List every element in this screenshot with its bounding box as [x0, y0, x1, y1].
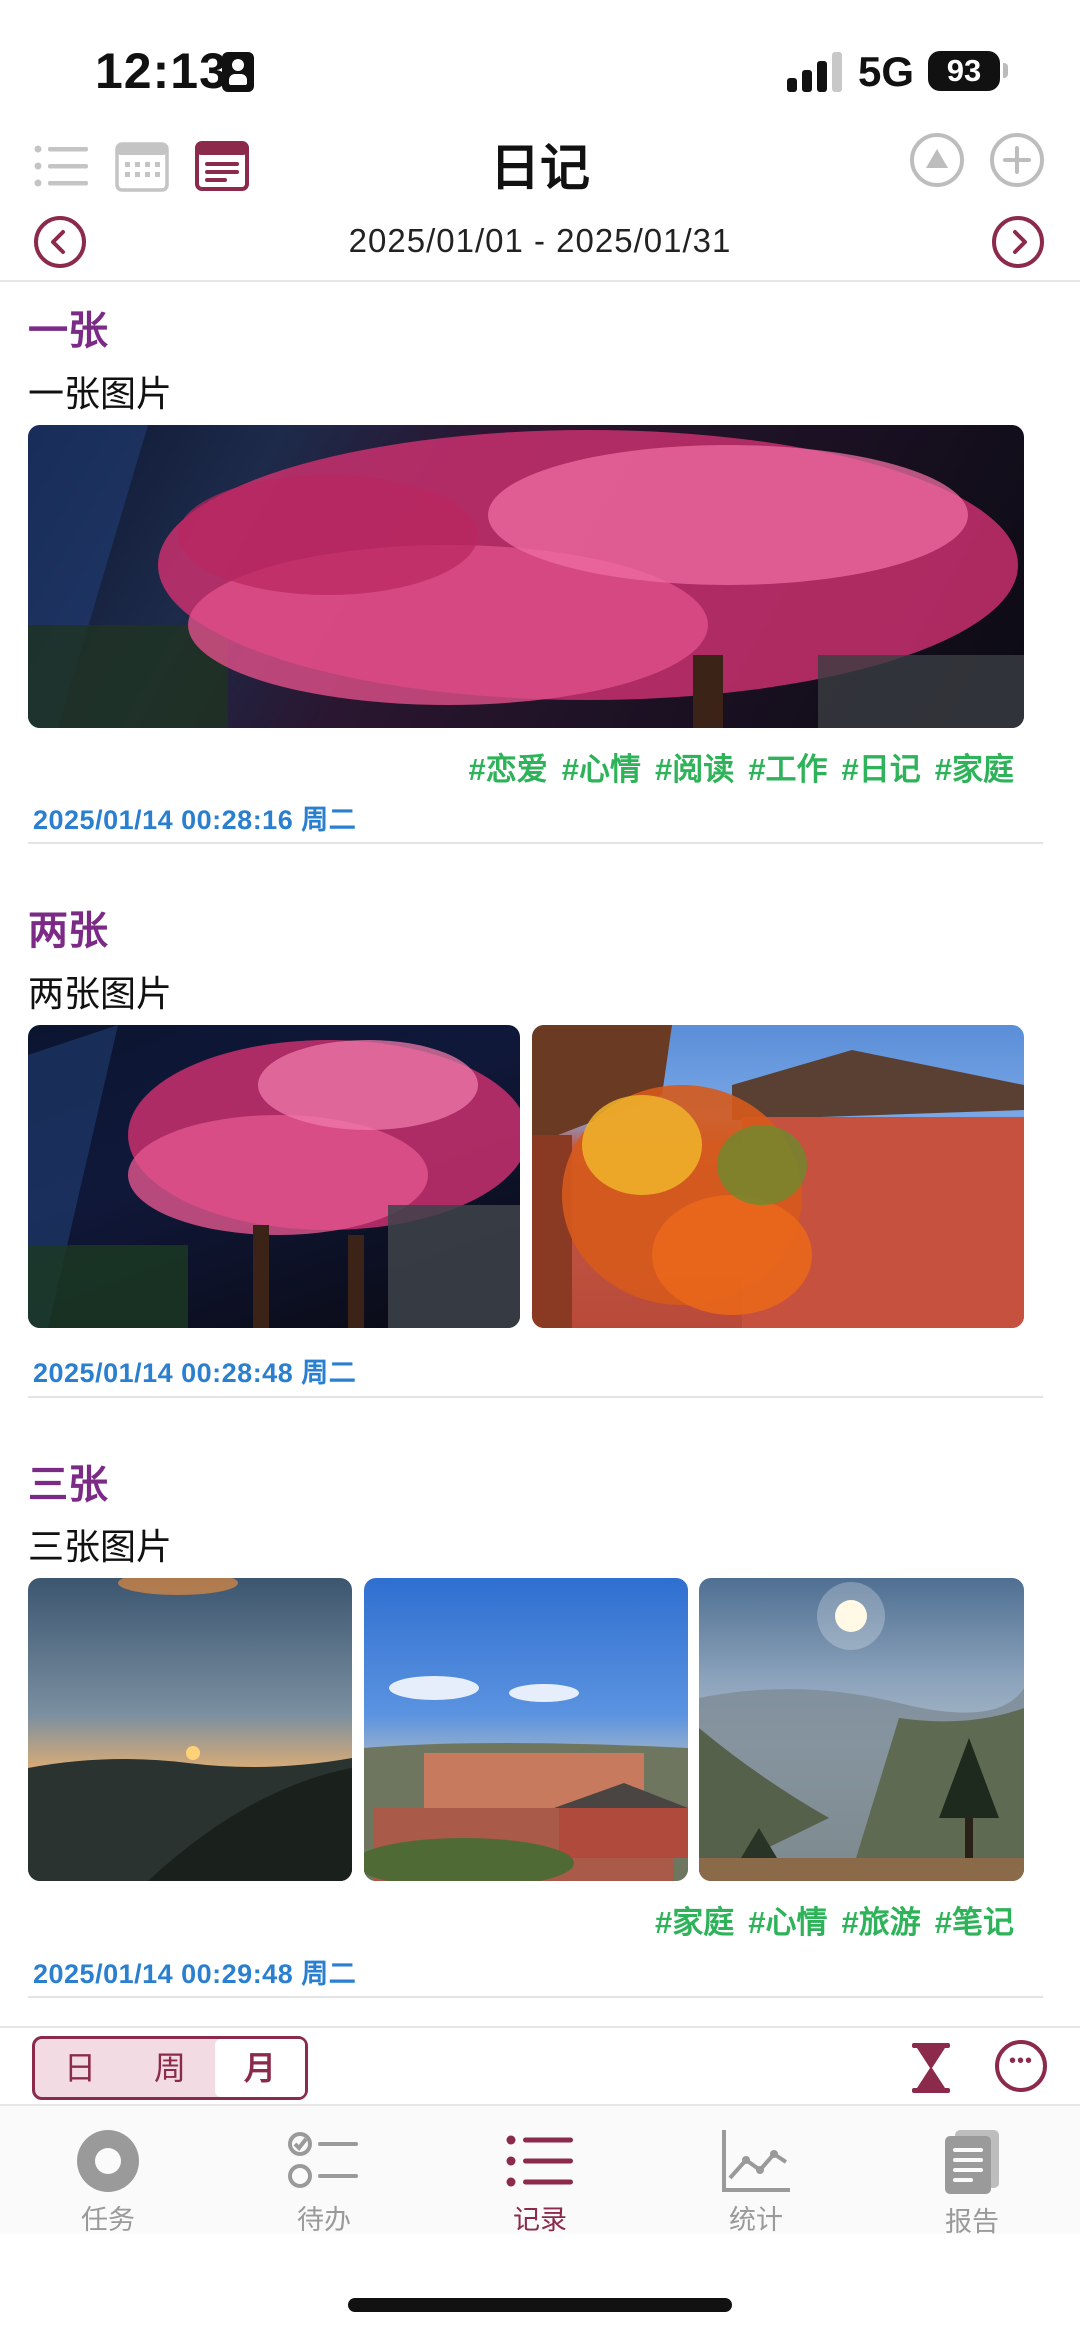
- divider: [28, 1396, 1043, 1398]
- date-range: 2025/01/01 - 2025/01/31: [348, 222, 732, 259]
- entry-photo[interactable]: [28, 1025, 520, 1328]
- tab-statistics[interactable]: 统计: [648, 2112, 864, 2236]
- tag[interactable]: #工作: [748, 752, 827, 787]
- date-range-bar: 2025/01/01 - 2025/01/31: [0, 210, 1080, 282]
- tag[interactable]: #旅游: [842, 1905, 921, 1940]
- bottom-toolbar: 日 周 月: [0, 2026, 1080, 2104]
- line-chart-icon: [722, 2130, 790, 2192]
- status-bar: 12:13 5G 93: [0, 0, 1080, 120]
- status-time: 12:13: [95, 43, 228, 99]
- period-month[interactable]: 月: [215, 2039, 305, 2097]
- cellular-signal-icon: [787, 52, 843, 92]
- entry-photo[interactable]: [28, 1578, 352, 1881]
- battery-icon: 93: [928, 51, 1000, 91]
- tab-label: 待办: [297, 2205, 351, 2235]
- entry-tags: #家庭 #心情 #旅游 #笔记: [641, 1897, 1014, 1942]
- entry-title[interactable]: 两张: [28, 898, 108, 956]
- tag[interactable]: #日记: [842, 752, 921, 787]
- tab-bar: 任务 待办 记录 统计 报告: [0, 2104, 1080, 2237]
- tag[interactable]: #家庭: [935, 752, 1014, 787]
- entry-text[interactable]: 两张图片: [28, 965, 172, 1017]
- plus-icon: [1003, 146, 1031, 174]
- tab-records[interactable]: 记录: [432, 2112, 648, 2236]
- tag[interactable]: #心情: [748, 1905, 827, 1940]
- entry-tags: #恋爱 #心情 #阅读 #工作 #日记 #家庭: [455, 744, 1015, 789]
- next-period-button[interactable]: [992, 216, 1044, 268]
- entry-title[interactable]: 一张: [28, 298, 108, 356]
- chevron-right-icon: [1013, 230, 1027, 254]
- tag[interactable]: #家庭: [655, 1905, 734, 1940]
- tab-label: 报告: [945, 2207, 999, 2237]
- entry-timestamp: 2025/01/14 00:28:16 周二: [33, 805, 357, 835]
- tab-reports[interactable]: 报告: [864, 2112, 1080, 2237]
- tab-label: 记录: [513, 2205, 567, 2235]
- blossom-tree-photo: [28, 1025, 520, 1328]
- triangle-up-icon: [926, 149, 948, 168]
- header: 日记: [0, 120, 1080, 220]
- period-selector: 日 周 月: [32, 2036, 308, 2100]
- tag[interactable]: #恋爱: [469, 752, 548, 787]
- report-document-icon: [945, 2130, 999, 2194]
- divider: [28, 842, 1043, 844]
- tag[interactable]: #笔记: [935, 1905, 1014, 1940]
- village-photo: [364, 1676, 688, 1881]
- entry-photo[interactable]: [28, 425, 1024, 728]
- blossom-tree-photo: [28, 425, 1024, 728]
- entry-photo[interactable]: [364, 1578, 688, 1881]
- tab-tasks[interactable]: 任务: [0, 2112, 216, 2236]
- divider: [28, 1996, 1043, 1998]
- entry-text[interactable]: 一张图片: [28, 365, 172, 417]
- hourglass-icon[interactable]: [910, 2042, 952, 2094]
- entry-photo[interactable]: [532, 1025, 1024, 1328]
- battery-tip: [1003, 63, 1008, 78]
- period-week[interactable]: 周: [125, 2039, 215, 2097]
- record-circle-icon: [77, 2130, 139, 2192]
- entry-timestamp: 2025/01/14 00:28:48 周二: [33, 1358, 357, 1388]
- list-icon: [506, 2135, 573, 2187]
- tab-todo[interactable]: 待办: [216, 2112, 432, 2236]
- sun-valley-photo: [699, 1582, 1024, 1881]
- period-day[interactable]: 日: [35, 2039, 125, 2097]
- tab-label: 任务: [81, 2205, 135, 2235]
- add-button[interactable]: [990, 133, 1044, 187]
- network-type: 5G: [858, 48, 915, 95]
- entry-title[interactable]: 三张: [28, 1452, 108, 1510]
- red-house-flowers-photo: [532, 1025, 1024, 1328]
- checklist-icon: [288, 2132, 358, 2188]
- home-indicator: [348, 2298, 732, 2312]
- tab-label: 统计: [729, 2205, 783, 2235]
- entry-text[interactable]: 三张图片: [28, 1518, 172, 1570]
- scroll-top-button[interactable]: [910, 133, 964, 187]
- entry-timestamp: 2025/01/14 00:29:48 周二: [33, 1959, 357, 1989]
- more-options-button[interactable]: [995, 2040, 1047, 2092]
- sunset-mountains-photo: [28, 1578, 352, 1881]
- entry-photo[interactable]: [699, 1578, 1024, 1881]
- tag[interactable]: #心情: [562, 752, 641, 787]
- tag[interactable]: #阅读: [655, 752, 734, 787]
- contact-card-icon: [222, 52, 254, 92]
